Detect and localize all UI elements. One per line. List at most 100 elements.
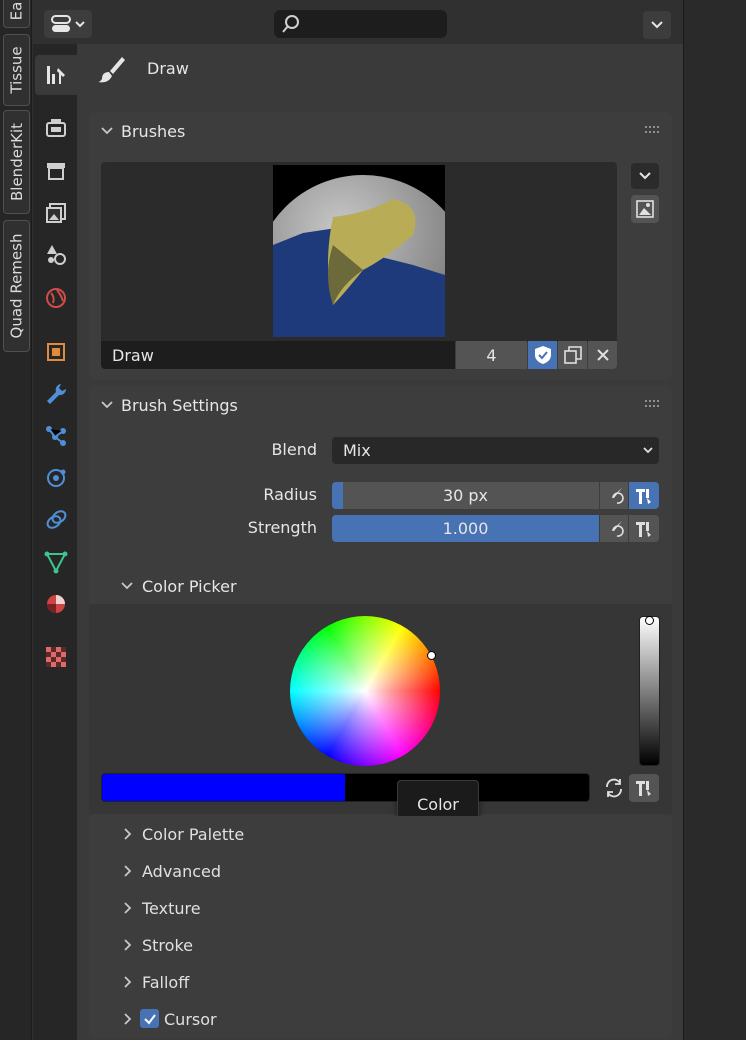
strength-label: Strength (247, 518, 317, 537)
subpanel-label: Advanced (142, 862, 222, 881)
close-icon (596, 349, 609, 361)
subpanel-falloff[interactable]: Falloff (117, 970, 617, 996)
cursor-checkbox[interactable] (140, 1009, 159, 1028)
subpanel-advanced[interactable]: Advanced (117, 859, 617, 885)
addon-tab-blenderkit[interactable]: BlenderKit (3, 110, 30, 214)
subpanel-label: Stroke (142, 936, 193, 955)
chevron-down-icon (651, 21, 663, 29)
addon-tab-label: Tissue (7, 46, 26, 94)
brush-settings-panel-title: Brush Settings (121, 396, 238, 415)
strength-pressure-button[interactable] (600, 515, 628, 542)
tab-particles[interactable] (40, 420, 72, 452)
tab-render[interactable] (40, 112, 72, 144)
chevron-right-icon (124, 828, 132, 840)
blend-dropdown[interactable]: Mix (332, 437, 659, 464)
brush-users-count[interactable]: 4 (456, 341, 527, 369)
unlink-brush-button[interactable] (588, 341, 617, 369)
editor-type-button[interactable] (44, 10, 92, 38)
unified-brush-icon (636, 488, 651, 504)
color-value-slider[interactable] (639, 616, 660, 766)
color-swatch[interactable] (101, 773, 590, 802)
tab-scene[interactable] (40, 239, 72, 271)
options-dropdown-button[interactable] (643, 11, 671, 39)
brush-thumbnail[interactable] (273, 165, 445, 337)
radius-slider[interactable]: 30 px (332, 482, 599, 509)
tab-output[interactable] (40, 155, 72, 187)
chevron-down-icon (121, 582, 133, 590)
radius-unified-button[interactable] (629, 482, 659, 509)
properties-header (33, 4, 683, 44)
swap-colors-button[interactable] (600, 774, 628, 802)
subpanel-color-palette[interactable]: Color Palette (117, 822, 617, 848)
checker-texture-icon (46, 647, 66, 667)
tab-material[interactable] (40, 588, 72, 620)
material-icon (47, 595, 65, 613)
duplicate-icon (563, 346, 582, 364)
tab-physics[interactable] (40, 462, 72, 494)
chevron-down-icon (643, 447, 653, 454)
tab-constraints[interactable] (40, 504, 72, 536)
drag-grip-icon[interactable] (645, 400, 659, 408)
addon-tab-quad-remesh[interactable]: Quad Remesh (3, 220, 30, 352)
tab-world[interactable] (40, 282, 72, 314)
brushes-panel-header[interactable]: Brushes (97, 118, 667, 146)
pen-pressure-icon (612, 487, 624, 504)
constraints-icon (46, 510, 67, 529)
editor-type-icon (51, 15, 85, 32)
subpanel-label: Cursor (164, 1010, 217, 1029)
chevron-down-icon (639, 172, 651, 180)
strength-value: 1.000 (442, 519, 489, 538)
color-wheel-cursor[interactable] (427, 651, 436, 660)
tab-object[interactable] (40, 336, 72, 368)
chevron-down-icon (101, 127, 113, 135)
brush-settings-panel-header[interactable]: Brush Settings (97, 392, 667, 420)
wrench-icon (47, 384, 67, 404)
swap-icon (606, 778, 622, 798)
checkmark-icon (143, 1013, 156, 1025)
brush-tool-icon (98, 57, 125, 83)
addon-tab-ea[interactable]: Ea (3, 0, 30, 28)
color-unified-button[interactable] (629, 774, 659, 802)
addon-tab-label: Ea (7, 1, 26, 21)
image-icon (636, 200, 654, 218)
brush-thumbnail-image (273, 175, 445, 337)
search-input[interactable] (274, 10, 447, 38)
brush-list-dropdown-button[interactable] (631, 163, 659, 189)
radius-pressure-button[interactable] (600, 482, 628, 509)
color-value-cursor[interactable] (645, 616, 654, 625)
tab-tool[interactable] (40, 59, 72, 91)
color-swatch-fill (102, 774, 345, 801)
subpanel-stroke[interactable]: Stroke (117, 933, 617, 959)
addon-tab-label: Quad Remesh (7, 233, 26, 339)
tab-data[interactable] (40, 546, 72, 578)
radius-label: Radius (263, 485, 317, 504)
strength-slider[interactable]: 1.000 (332, 515, 599, 542)
tab-texture[interactable] (40, 641, 72, 673)
blend-value: Mix (343, 441, 371, 460)
world-icon (46, 288, 66, 308)
color-wheel[interactable] (290, 616, 440, 766)
subpanel-texture[interactable]: Texture (117, 896, 617, 922)
addon-tab-tissue[interactable]: Tissue (3, 34, 30, 106)
view-layer-icon (46, 203, 66, 223)
fake-user-button[interactable] (528, 341, 557, 369)
tab-view-layer[interactable] (40, 197, 72, 229)
subpanel-label: Texture (142, 899, 201, 918)
strength-unified-button[interactable] (629, 515, 659, 542)
object-icon (47, 343, 65, 361)
pen-pressure-icon (612, 520, 624, 537)
tool-icon (47, 66, 65, 84)
unified-brush-icon (636, 521, 651, 537)
radius-value: 30 px (442, 486, 489, 505)
search-icon (282, 15, 299, 33)
drag-grip-icon[interactable] (645, 126, 659, 134)
subpanel-cursor[interactable]: Cursor (117, 1007, 617, 1033)
tab-modifiers[interactable] (40, 378, 72, 410)
color-picker-subpanel-header[interactable]: Color Picker (117, 573, 417, 599)
brush-custom-icon-button[interactable] (631, 195, 659, 223)
duplicate-brush-button[interactable] (558, 341, 587, 369)
tooltip-text: Color (417, 794, 459, 814)
brushes-panel-title: Brushes (121, 122, 186, 141)
particles-icon (46, 426, 66, 446)
brush-name-field[interactable]: Draw (101, 341, 455, 369)
